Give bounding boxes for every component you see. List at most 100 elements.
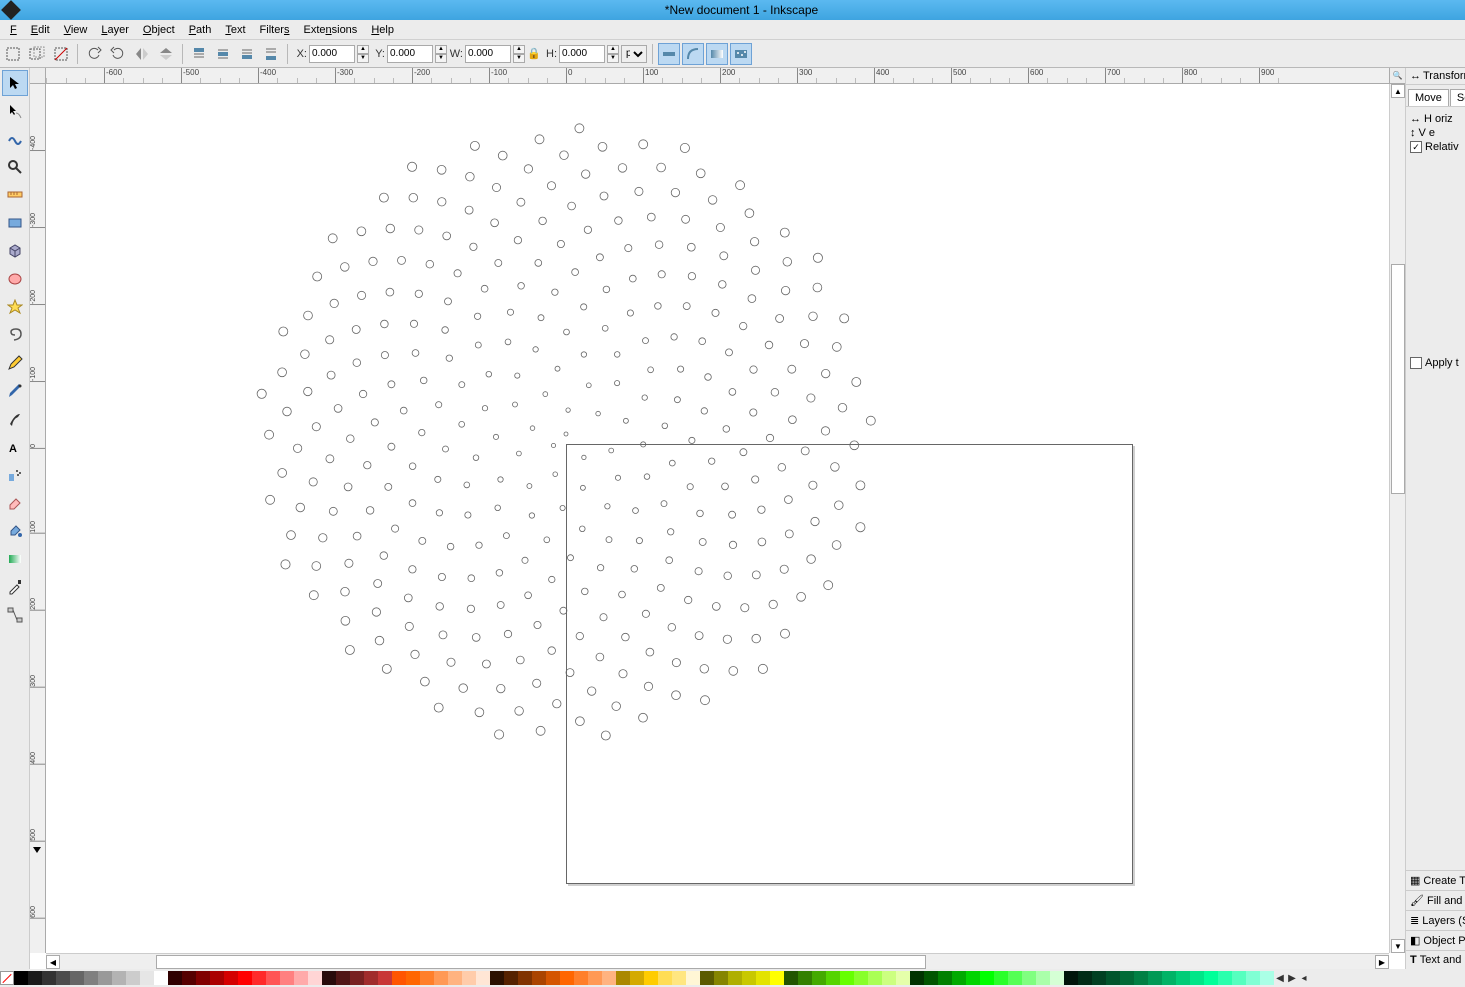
swatch[interactable]	[714, 971, 728, 985]
swatch[interactable]	[560, 971, 574, 985]
link-layers[interactable]: ≣Layers (S	[1406, 910, 1465, 930]
palette-menu-icon[interactable]: ◂	[1298, 973, 1310, 984]
link-object-props[interactable]: ◧Object P	[1406, 930, 1465, 950]
tab-move[interactable]: Move	[1408, 89, 1449, 106]
swatch[interactable]	[1064, 971, 1078, 985]
swatch[interactable]	[434, 971, 448, 985]
swatch[interactable]	[574, 971, 588, 985]
gradient-tool-icon[interactable]	[2, 546, 28, 572]
affect-gradient-icon[interactable]	[706, 43, 728, 65]
swatch[interactable]	[70, 971, 84, 985]
swatch[interactable]	[1148, 971, 1162, 985]
swatch[interactable]	[1162, 971, 1176, 985]
swatch[interactable]	[686, 971, 700, 985]
link-fill-stroke[interactable]: 🖌Fill and S	[1406, 890, 1465, 910]
swatch[interactable]	[238, 971, 252, 985]
calligraphy-tool-icon[interactable]	[2, 406, 28, 432]
relative-checkbox[interactable]: ✓	[1410, 141, 1422, 153]
swatch[interactable]	[532, 971, 546, 985]
palette-scroll-left[interactable]: ◀	[1274, 973, 1286, 984]
connector-tool-icon[interactable]	[2, 602, 28, 628]
spray-tool-icon[interactable]	[2, 462, 28, 488]
swatch[interactable]	[126, 971, 140, 985]
3dbox-tool-icon[interactable]	[2, 238, 28, 264]
swatch[interactable]	[252, 971, 266, 985]
canvas[interactable]	[46, 84, 1389, 953]
menu-layer[interactable]: Layer	[95, 22, 135, 38]
dropper-tool-icon[interactable]	[2, 574, 28, 600]
swatch[interactable]	[490, 971, 504, 985]
swatch[interactable]	[42, 971, 56, 985]
affect-pattern-icon[interactable]	[730, 43, 752, 65]
swatch[interactable]	[350, 971, 364, 985]
swatch[interactable]	[1050, 971, 1064, 985]
measure-tool-icon[interactable]	[2, 182, 28, 208]
swatch[interactable]	[616, 971, 630, 985]
swatch[interactable]	[56, 971, 70, 985]
affect-stroke-icon[interactable]	[658, 43, 680, 65]
swatch[interactable]	[406, 971, 420, 985]
swatch[interactable]	[98, 971, 112, 985]
bezier-tool-icon[interactable]	[2, 378, 28, 404]
vertical-scrollbar[interactable]: ▲ ▼	[1389, 84, 1405, 953]
swatch[interactable]	[1120, 971, 1134, 985]
swatch[interactable]	[1022, 971, 1036, 985]
swatch[interactable]	[770, 971, 784, 985]
unit-select[interactable]: px	[621, 45, 647, 63]
link-text-font[interactable]: TText and	[1406, 950, 1465, 969]
swatch[interactable]	[546, 971, 560, 985]
apply-checkbox[interactable]	[1410, 357, 1422, 369]
swatch[interactable]	[952, 971, 966, 985]
swatch[interactable]	[1260, 971, 1274, 985]
scroll-up-arrow[interactable]: ▲	[1391, 84, 1405, 98]
zoom-corner-icon[interactable]: 🔍	[1389, 68, 1405, 84]
swatch[interactable]	[1176, 971, 1190, 985]
swatch[interactable]	[672, 971, 686, 985]
swatch[interactable]	[378, 971, 392, 985]
scroll-down-arrow[interactable]: ▼	[1391, 939, 1405, 953]
menu-path[interactable]: Path	[183, 22, 218, 38]
menu-edit[interactable]: Edit	[25, 22, 56, 38]
menu-extensions[interactable]: Extensions	[297, 22, 363, 38]
swatch[interactable]	[1204, 971, 1218, 985]
link-create-tiled[interactable]: ▦Create T	[1406, 870, 1465, 890]
swatch[interactable]	[1106, 971, 1120, 985]
swatch[interactable]	[868, 971, 882, 985]
swatch[interactable]	[938, 971, 952, 985]
relative-row[interactable]: ✓Relativ	[1410, 141, 1461, 153]
swatch[interactable]	[14, 971, 28, 985]
swatch[interactable]	[476, 971, 490, 985]
affect-corners-icon[interactable]	[682, 43, 704, 65]
apply-row[interactable]: Apply t	[1410, 357, 1461, 369]
swatch[interactable]	[784, 971, 798, 985]
swatch[interactable]	[308, 971, 322, 985]
palette-scroll-right[interactable]: ▶	[1286, 973, 1298, 984]
x-input[interactable]	[309, 45, 355, 63]
h-spinner[interactable]: ▲▼	[607, 45, 619, 63]
raise-top-icon[interactable]	[188, 43, 210, 65]
swatch[interactable]	[924, 971, 938, 985]
rotate-ccw-icon[interactable]	[83, 43, 105, 65]
swatch[interactable]	[518, 971, 532, 985]
swatch[interactable]	[294, 971, 308, 985]
horizontal-scrollbar[interactable]: ◀ ▶	[46, 953, 1389, 969]
menu-text[interactable]: Text	[219, 22, 251, 38]
swatch[interactable]	[182, 971, 196, 985]
swatch[interactable]	[210, 971, 224, 985]
swatch[interactable]	[280, 971, 294, 985]
swatch[interactable]	[658, 971, 672, 985]
menu-object[interactable]: Object	[137, 22, 181, 38]
tab-scale[interactable]: Sc	[1450, 89, 1465, 106]
raise-icon[interactable]	[212, 43, 234, 65]
spiral-tool-icon[interactable]	[2, 322, 28, 348]
swatch[interactable]	[728, 971, 742, 985]
scroll-h-thumb[interactable]	[156, 955, 926, 969]
select-all-icon[interactable]	[2, 43, 24, 65]
swatch[interactable]	[224, 971, 238, 985]
pencil-tool-icon[interactable]	[2, 350, 28, 376]
swatch[interactable]	[322, 971, 336, 985]
swatch[interactable]	[812, 971, 826, 985]
x-spinner[interactable]: ▲▼	[357, 45, 369, 63]
swatch[interactable]	[882, 971, 896, 985]
swatch[interactable]	[1218, 971, 1232, 985]
